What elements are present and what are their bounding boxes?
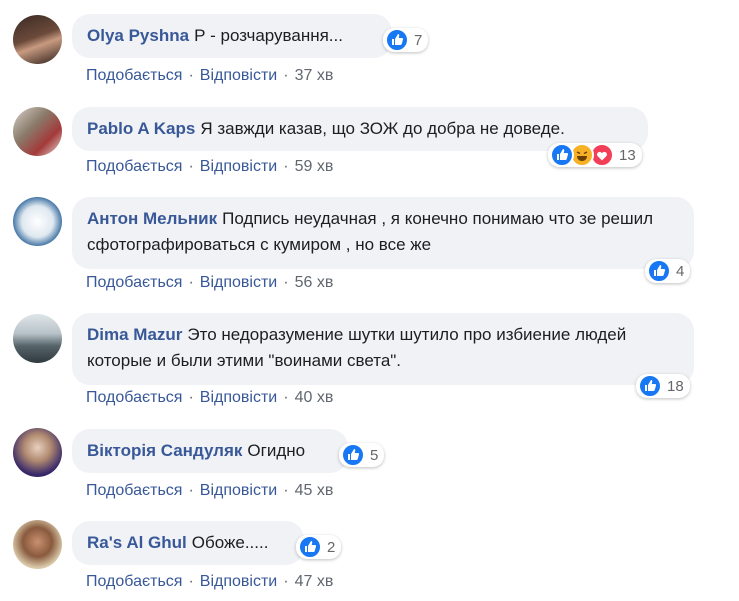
like-reaction-icon xyxy=(385,28,409,52)
separator: · xyxy=(283,274,289,291)
comment-bubble: Антон Мельник Подпись неудачная , я конеч… xyxy=(72,197,694,269)
comment-actions: Подобається · Відповісти · 56 хв xyxy=(86,274,333,292)
reply-link[interactable]: Відповісти xyxy=(200,67,277,84)
comment-bubble: Dima Mazur Это недоразумение шутки шутило… xyxy=(72,313,694,385)
avatar[interactable] xyxy=(13,197,62,246)
like-reaction-icon xyxy=(341,443,365,467)
comment-actions: Подобається · Відповісти · 40 хв xyxy=(86,389,333,407)
comment-text: Р - розчарування... xyxy=(194,26,343,45)
reaction-count: 2 xyxy=(327,538,336,556)
separator: · xyxy=(188,274,194,291)
separator: · xyxy=(188,67,194,84)
comment-author[interactable]: Olya Pyshna xyxy=(87,26,189,45)
avatar[interactable] xyxy=(13,15,62,64)
comment-timestamp[interactable]: 59 хв xyxy=(295,158,334,175)
reply-link[interactable]: Відповісти xyxy=(200,573,277,590)
comment-actions: Подобається · Відповісти · 45 хв xyxy=(86,482,333,500)
separator: · xyxy=(283,67,289,84)
avatar[interactable] xyxy=(13,428,62,477)
comment-bubble: Olya Pyshna Р - розчарування... xyxy=(72,14,392,58)
avatar[interactable] xyxy=(13,314,62,363)
like-link[interactable]: Подобається xyxy=(86,158,182,175)
like-reaction-icon xyxy=(647,259,671,283)
reaction-count: 4 xyxy=(676,262,685,280)
reaction-count: 5 xyxy=(370,446,379,464)
comment-timestamp[interactable]: 45 хв xyxy=(295,482,334,499)
like-reaction-icon xyxy=(298,535,322,559)
reaction-count: 13 xyxy=(619,146,636,164)
comment-timestamp[interactable]: 56 хв xyxy=(295,274,334,291)
reply-link[interactable]: Відповісти xyxy=(200,389,277,406)
reply-link[interactable]: Відповісти xyxy=(200,274,277,291)
comment-actions: Подобається · Відповісти · 47 хв xyxy=(86,573,333,591)
comment-author[interactable]: Dima Mazur xyxy=(87,325,182,344)
comment-author[interactable]: Вікторія Сандуляк xyxy=(87,441,242,460)
reply-link[interactable]: Відповісти xyxy=(200,482,277,499)
like-link[interactable]: Подобається xyxy=(86,482,182,499)
reaction-count: 18 xyxy=(667,377,684,395)
comment-text: Я завжди казав, що ЗОЖ до добра не довед… xyxy=(200,119,565,138)
avatar[interactable] xyxy=(13,520,62,569)
comment-bubble: Ra's Al Ghul Обоже..... xyxy=(72,521,304,565)
comment-timestamp[interactable]: 37 хв xyxy=(295,67,334,84)
reaction-summary[interactable]: 18 xyxy=(636,374,690,398)
comment-author[interactable]: Ra's Al Ghul xyxy=(87,533,187,552)
separator: · xyxy=(283,158,289,175)
separator: · xyxy=(188,158,194,175)
like-link[interactable]: Подобається xyxy=(86,274,182,291)
reaction-summary[interactable]: 4 xyxy=(645,259,691,283)
comment-bubble: Вікторія Сандуляк Огидно xyxy=(72,429,348,473)
avatar[interactable] xyxy=(13,107,62,156)
comment-actions: Подобається · Відповісти · 37 хв xyxy=(86,67,333,85)
like-reaction-icon xyxy=(550,143,574,167)
like-link[interactable]: Подобається xyxy=(86,389,182,406)
comment-timestamp[interactable]: 47 хв xyxy=(295,573,334,590)
like-reaction-icon xyxy=(638,374,662,398)
comment-timestamp[interactable]: 40 хв xyxy=(295,389,334,406)
reaction-count: 7 xyxy=(414,31,423,49)
comment-text: Обоже..... xyxy=(191,533,269,552)
separator: · xyxy=(283,482,289,499)
comment-actions: Подобається · Відповісти · 59 хв xyxy=(86,158,333,176)
reaction-summary[interactable]: 7 xyxy=(383,28,429,52)
separator: · xyxy=(188,482,194,499)
separator: · xyxy=(283,573,289,590)
reaction-summary[interactable]: 5 xyxy=(339,443,385,467)
comment-author[interactable]: Pablo A Kaps xyxy=(87,119,195,138)
separator: · xyxy=(283,389,289,406)
like-link[interactable]: Подобається xyxy=(86,67,182,84)
like-link[interactable]: Подобається xyxy=(86,573,182,590)
comment-text: Огидно xyxy=(247,441,306,460)
reaction-summary[interactable]: 13 xyxy=(548,143,642,167)
separator: · xyxy=(188,389,194,406)
separator: · xyxy=(188,573,194,590)
reply-link[interactable]: Відповісти xyxy=(200,158,277,175)
comment-author[interactable]: Антон Мельник xyxy=(87,209,217,228)
reaction-summary[interactable]: 2 xyxy=(296,535,342,559)
